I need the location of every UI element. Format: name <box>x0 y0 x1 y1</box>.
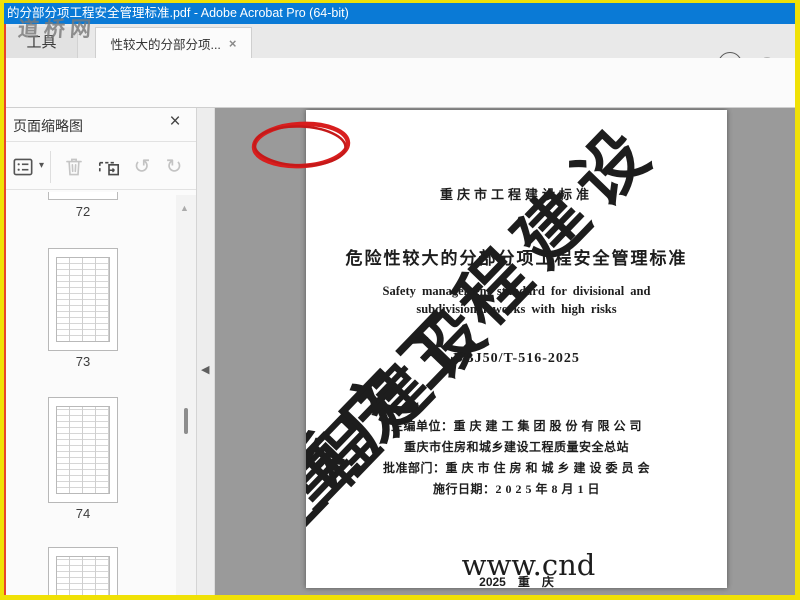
approval-line: 批准部门：重 庆 市 住 房 和 城 乡 建 设 委 员 会 <box>382 461 650 475</box>
panel-toolbar-separator <box>50 151 51 183</box>
thumbnail-content <box>56 406 110 494</box>
tab-document[interactable]: 性较大的分部分项... × <box>95 27 252 58</box>
thumbnail-content <box>56 257 110 342</box>
thumbnail-page-73[interactable] <box>48 248 118 351</box>
acrobat-window: 的分部分项工程安全管理标准.pdf - Adobe Acrobat Pro (6… <box>4 3 795 595</box>
thumbnail-content <box>56 556 110 595</box>
tab-tools[interactable]: 工具 <box>6 27 78 58</box>
left-red-border <box>4 24 6 595</box>
options-caret-icon[interactable]: ▾ <box>39 160 44 171</box>
window-title: 的分部分项工程安全管理标准.pdf - Adobe Acrobat Pro (6… <box>7 6 349 20</box>
thumbnail-label-73: 73 <box>75 354 91 369</box>
panel-scrollbar-thumb[interactable] <box>184 408 188 434</box>
standard-series-label: 重庆市工程建设标准 <box>439 187 593 202</box>
tab-document-label: 性较大的分部分项... <box>110 37 221 52</box>
thumbnail-page-74[interactable] <box>48 397 118 503</box>
main-toolbar: ☆ <box>4 58 795 169</box>
tab-close-icon[interactable]: × <box>229 36 237 51</box>
thumbnails-panel-header: 页面缩略图 × <box>6 108 196 142</box>
english-subtitle-line1: Safety management standard for divisiona… <box>382 284 651 298</box>
site-watermark: www.cnd <box>461 548 596 582</box>
rotate-cw-icon[interactable]: ↻ <box>159 152 189 182</box>
standard-code: DBJ50/T-516-2025 <box>453 351 580 366</box>
chief-editor-line: 主编单位：重 庆 建 工 集 团 股 份 有 限 公 司 <box>390 419 642 433</box>
tab-bar: 工具 性较大的分部分项... × ? <box>4 24 795 76</box>
page-setup-icon[interactable] <box>94 152 124 182</box>
panel-close-icon[interactable]: × <box>163 111 187 133</box>
rotate-ccw-icon[interactable]: ↺ <box>127 152 157 182</box>
document-title: 危险性较大的分部分项工程安全管理标准 <box>345 249 688 268</box>
panel-scrollbar[interactable]: ▲ <box>176 195 196 595</box>
effective-date-line: 施行日期：2 0 2 5 年 8 月 1 日 <box>432 482 600 496</box>
publication-info: 主编单位：重 庆 建 工 集 团 股 份 有 限 公 司 重庆市住房和城乡建设工… <box>306 416 727 500</box>
panel-title: 页面缩略图 <box>13 118 83 134</box>
collapse-panel-icon[interactable]: ◀ <box>201 363 209 376</box>
co-editor-line: 重庆市住房和城乡建设工程质量安全总站 <box>403 440 629 454</box>
thumbnail-label-72: 72 <box>75 204 91 219</box>
thumbnail-page-75[interactable] <box>48 547 118 595</box>
panel-collapse-strip[interactable]: ◀ <box>197 108 215 595</box>
thumbnails-toolbar: ▾ ↺ ↻ <box>6 143 196 190</box>
thumbnail-page-72[interactable] <box>48 192 118 200</box>
pdf-page[interactable]: 重庆工程建设 重庆工程建设 重庆市工程建设标准 危险性较大的分部分项工程安全管理… <box>306 110 727 588</box>
thumbnail-label-74: 74 <box>75 506 91 521</box>
window-titlebar[interactable]: 的分部分项工程安全管理标准.pdf - Adobe Acrobat Pro (6… <box>4 3 795 24</box>
thumbnails-panel: 页面缩略图 × ▾ ↺ ↻ 72 73 74 ▲ <box>6 108 197 595</box>
scroll-up-icon[interactable]: ▲ <box>180 203 189 213</box>
delete-page-icon[interactable] <box>59 152 89 182</box>
thumbnail-options-icon[interactable] <box>8 152 38 182</box>
document-view[interactable]: 重庆工程建设 重庆工程建设 重庆市工程建设标准 危险性较大的分部分项工程安全管理… <box>215 108 795 595</box>
english-subtitle-line2: subdivisional works with high risks <box>416 302 617 316</box>
